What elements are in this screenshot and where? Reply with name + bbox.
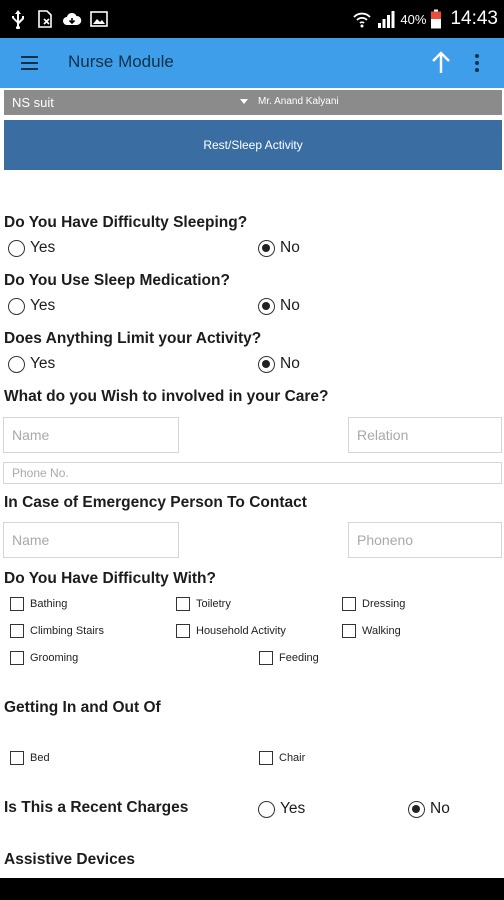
limit-activity-no-radio[interactable] bbox=[258, 356, 275, 373]
emergency-phone-input[interactable] bbox=[348, 522, 502, 558]
chair-label: Chair bbox=[279, 752, 306, 764]
care-involvement-question: What do you Wish to involved in your Car… bbox=[4, 388, 329, 405]
rest-sleep-activity-button[interactable]: Rest/Sleep Activity bbox=[4, 120, 502, 170]
limit-activity-question: Does Anything Limit your Activity? bbox=[4, 330, 262, 347]
recent-changes-yes-label: Yes bbox=[280, 800, 306, 817]
feeding-checkbox[interactable] bbox=[259, 651, 273, 665]
usb-icon bbox=[12, 10, 24, 29]
difficulty-sleeping-question: Do You Have Difficulty Sleeping? bbox=[4, 214, 248, 231]
getting-in-out-question: Getting In and Out Of bbox=[4, 699, 161, 716]
app-title: Nurse Module bbox=[68, 52, 174, 71]
bed-label: Bed bbox=[30, 752, 50, 764]
recent-changes-question: Is This a Recent Charges bbox=[4, 799, 189, 816]
dropdown-arrow-icon[interactable] bbox=[240, 99, 248, 104]
limit-activity-yes-radio[interactable] bbox=[8, 356, 25, 373]
dressing-label: Dressing bbox=[362, 598, 406, 610]
bed-checkbox[interactable] bbox=[10, 751, 24, 765]
toiletry-label: Toiletry bbox=[196, 598, 231, 610]
recent-changes-yes-radio[interactable] bbox=[258, 801, 275, 818]
bathing-checkbox[interactable] bbox=[10, 597, 24, 611]
notification-icons bbox=[8, 9, 109, 29]
sleep-medication-question: Do You Use Sleep Medication? bbox=[4, 272, 230, 289]
difficulty-sleeping-yes-radio[interactable] bbox=[8, 240, 25, 257]
assistive-devices-heading: Assistive Devices bbox=[4, 851, 135, 868]
sim-off-icon bbox=[38, 10, 52, 28]
more-vert-icon[interactable] bbox=[470, 50, 484, 76]
image-icon bbox=[90, 11, 108, 27]
sleep-medication-no-radio[interactable] bbox=[258, 298, 275, 315]
menu-icon[interactable] bbox=[18, 51, 44, 75]
patient-selector[interactable]: NS suit Mr. Anand Kalyani bbox=[4, 90, 502, 115]
climbing-stairs-checkbox[interactable] bbox=[10, 624, 24, 638]
wifi-icon bbox=[353, 12, 372, 28]
sleep-medication-no-label: No bbox=[280, 297, 300, 314]
limit-activity-yes-label: Yes bbox=[30, 355, 56, 372]
walking-checkbox[interactable] bbox=[342, 624, 356, 638]
patient-name: Mr. Anand Kalyani bbox=[258, 96, 339, 107]
signal-icon bbox=[378, 11, 395, 28]
suite-value: NS suit bbox=[12, 95, 54, 110]
difficulty-with-question: Do You Have Difficulty With? bbox=[4, 570, 216, 587]
chair-checkbox[interactable] bbox=[259, 751, 273, 765]
status-bar: 40% 14:43 bbox=[0, 0, 504, 38]
difficulty-sleeping-no-radio[interactable] bbox=[258, 240, 275, 257]
household-activity-checkbox[interactable] bbox=[176, 624, 190, 638]
battery-percent: 40% bbox=[400, 11, 427, 27]
care-phone-input[interactable] bbox=[3, 462, 502, 484]
recent-changes-no-label: No bbox=[430, 800, 450, 817]
app-bar: Nurse Module bbox=[0, 38, 504, 88]
feeding-label: Feeding bbox=[279, 652, 319, 664]
household-activity-label: Household Activity bbox=[196, 625, 286, 637]
system-icons: 40% 14:43 bbox=[352, 8, 498, 30]
recent-changes-no-radio[interactable] bbox=[408, 801, 425, 818]
emergency-name-input[interactable] bbox=[3, 522, 179, 558]
difficulty-sleeping-yes-label: Yes bbox=[30, 239, 56, 256]
grooming-checkbox[interactable] bbox=[10, 651, 24, 665]
navigation-bar bbox=[0, 878, 504, 900]
difficulty-sleeping-no-label: No bbox=[280, 239, 300, 256]
emergency-contact-question: In Case of Emergency Person To Contact bbox=[4, 494, 307, 511]
toiletry-checkbox[interactable] bbox=[176, 597, 190, 611]
care-relation-input[interactable] bbox=[348, 417, 502, 453]
arrow-up-icon[interactable] bbox=[428, 50, 454, 76]
clock: 14:43 bbox=[450, 8, 498, 29]
grooming-label: Grooming bbox=[30, 652, 79, 664]
climbing-stairs-label: Climbing Stairs bbox=[30, 625, 104, 637]
walking-label: Walking bbox=[362, 625, 401, 637]
care-name-input[interactable] bbox=[3, 417, 179, 453]
limit-activity-no-label: No bbox=[280, 355, 300, 372]
dressing-checkbox[interactable] bbox=[342, 597, 356, 611]
battery-icon bbox=[431, 9, 442, 29]
bathing-label: Bathing bbox=[30, 598, 68, 610]
sleep-medication-yes-radio[interactable] bbox=[8, 298, 25, 315]
sleep-medication-yes-label: Yes bbox=[30, 297, 56, 314]
cloud-icon bbox=[63, 12, 82, 25]
